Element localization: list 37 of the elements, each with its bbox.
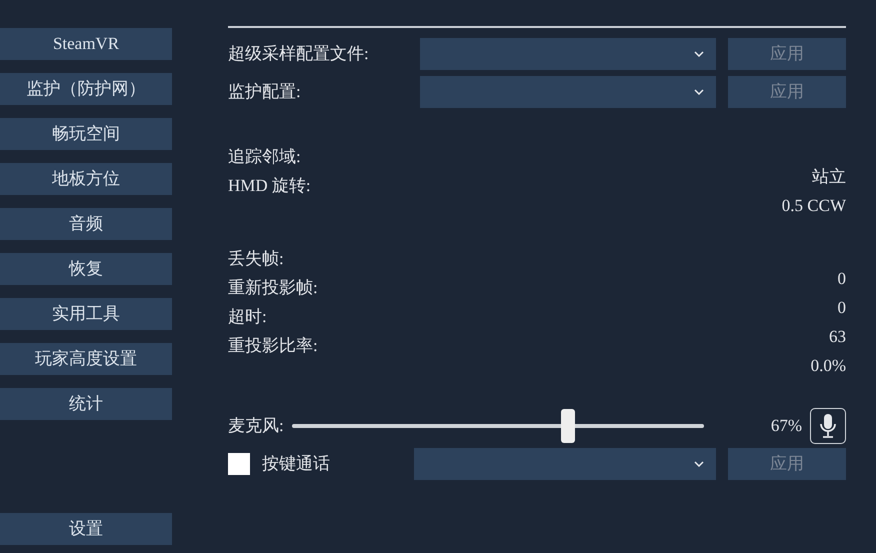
sidebar-item[interactable]: 畅玩空间	[0, 118, 172, 150]
stat-label: 追踪邻域:	[228, 146, 302, 168]
stat-label: 重投影比率:	[228, 335, 318, 357]
chevron-down-icon	[694, 89, 704, 95]
stat-value: 0	[838, 268, 846, 290]
stat-label: 丢失帧:	[228, 248, 285, 270]
dropdown[interactable]	[420, 76, 716, 108]
stat-value: 0.0%	[810, 355, 846, 377]
slider[interactable]	[292, 409, 704, 443]
dropdown[interactable]	[420, 38, 716, 70]
chevron-down-icon	[694, 51, 704, 57]
sidebar-item[interactable]: 地板方位	[0, 163, 172, 195]
slider-thumb[interactable]	[560, 409, 575, 443]
checkbox[interactable]	[228, 453, 250, 475]
microphone-reading: 67%	[770, 415, 802, 438]
sidebar-item[interactable]: SteamVR	[0, 28, 172, 60]
sidebar-item[interactable]: 玩家高度设置	[0, 343, 172, 375]
config-label: 监护配置:	[228, 81, 302, 104]
sidebar-item[interactable]: 音频	[0, 208, 172, 240]
push-to-talk-label: 按键通话	[262, 453, 331, 476]
sidebar-item[interactable]: 统计	[0, 388, 172, 420]
chevron-down-icon	[694, 461, 704, 467]
sidebar-item[interactable]: 恢复	[0, 253, 172, 285]
stat-label: HMD 旋转:	[228, 175, 311, 197]
dropdown[interactable]	[414, 448, 716, 480]
sidebar-item[interactable]: 实用工具	[0, 298, 172, 330]
config-label: 超级采样配置文件:	[228, 43, 370, 66]
sidebar-item[interactable]: 监护（防护网）	[0, 73, 172, 105]
stat-label: 超时:	[228, 306, 268, 328]
stat-value: 0	[838, 297, 846, 319]
microphone-icon[interactable]	[810, 408, 846, 444]
stat-value: 站立	[812, 166, 846, 188]
stat-value: 63	[829, 326, 846, 348]
stat-label: 重新投影帧:	[228, 277, 318, 299]
stat-value: 0.5 CCW	[782, 195, 846, 217]
sidebar-item[interactable]: 设置	[0, 513, 172, 545]
microphone-label: 麦克风:	[228, 415, 284, 438]
